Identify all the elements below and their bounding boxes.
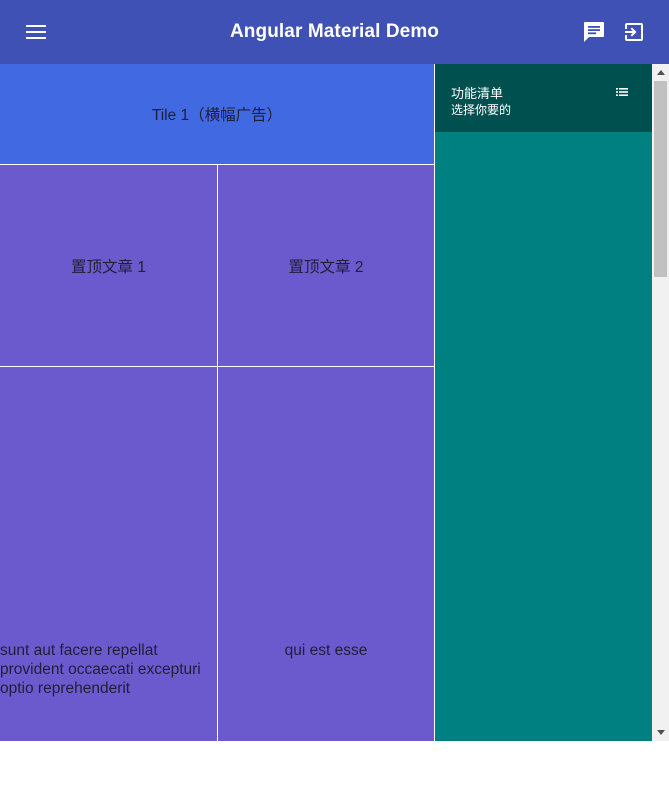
post-tile-1[interactable]: sunt aut facere repellat provident occae… <box>0 367 217 741</box>
menu-button[interactable] <box>18 14 54 50</box>
post-title: sunt aut facere repellat provident occae… <box>0 642 201 697</box>
banner-tile[interactable]: Tile 1（横幅广告） <box>0 64 434 164</box>
pinned-article-label: 置顶文章 2 <box>288 258 364 276</box>
exit-to-app-icon <box>625 23 643 41</box>
sidenav-title: 功能清单 <box>451 86 504 101</box>
messages-button[interactable] <box>576 14 612 50</box>
app-toolbar: Angular Material Demo <box>0 0 669 64</box>
menu-icon <box>26 25 46 39</box>
pinned-article-tile-1[interactable]: 置顶文章 1 <box>0 165 217 366</box>
sidenav-header: 功能清单 选择你要的 <box>435 64 652 132</box>
list-toggle-button[interactable] <box>613 83 631 101</box>
pinned-article-label: 置顶文章 1 <box>71 258 146 276</box>
arrow-up-icon <box>656 70 665 75</box>
scroll-up-button[interactable] <box>652 64 669 81</box>
logout-button[interactable] <box>616 14 652 50</box>
list-icon <box>616 88 628 96</box>
pinned-article-tile-2[interactable]: 置顶文章 2 <box>218 165 434 366</box>
tile-grid: Tile 1（横幅广告） 置顶文章 1 置顶文章 2 sunt aut face… <box>0 64 434 741</box>
scroll-down-button[interactable] <box>652 724 669 741</box>
post-tile-2[interactable]: qui est esse <box>218 367 434 741</box>
sidenav-subtitle: 选择你要的 <box>451 103 512 117</box>
app-title: Angular Material Demo <box>229 21 440 42</box>
message-icon <box>584 22 604 42</box>
function-sidenav: 功能清单 选择你要的 <box>435 64 652 741</box>
post-title: qui est esse <box>284 642 368 659</box>
banner-tile-label: Tile 1（横幅广告） <box>151 107 283 124</box>
arrow-down-icon <box>656 730 665 735</box>
scroll-thumb[interactable] <box>654 81 667 277</box>
vertical-scrollbar[interactable] <box>652 64 669 741</box>
